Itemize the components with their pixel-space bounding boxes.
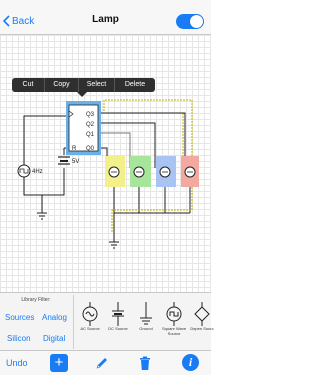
pin-q2: Q2 [86, 122, 95, 128]
component-library: Library Filter: Sources Analog Silicon D… [0, 292, 214, 350]
menu-select[interactable]: Select [79, 78, 114, 92]
library-item-ground[interactable]: Ground [132, 298, 160, 346]
ground-symbol-left[interactable] [37, 212, 47, 220]
counter-chip[interactable]: Q3 Q2 Q1 Q0 R [66, 101, 101, 155]
lamp-2[interactable] [130, 156, 151, 187]
menu-delete[interactable]: Delete [115, 78, 155, 92]
library-item-dependent-source[interactable]: Depen Sourc [188, 298, 216, 346]
navigation-bar: Back Lamp [0, 7, 211, 35]
library-divider [73, 295, 74, 349]
dependent-source-icon [194, 302, 210, 326]
lamp-1[interactable] [105, 156, 125, 187]
context-menu: Cut Copy Select Delete [12, 78, 155, 92]
battery-label: 5V [72, 159, 79, 165]
toggle-knob [190, 15, 203, 28]
library-filter-title: Library Filter: [21, 297, 51, 303]
delete-button[interactable] [137, 355, 153, 371]
bottom-toolbar: Undo + i [0, 350, 211, 375]
square-wave-source[interactable]: 4Hz [17, 164, 43, 178]
filter-sources[interactable]: Sources [5, 313, 34, 322]
undo-button[interactable]: Undo [6, 358, 28, 368]
filter-digital[interactable]: Digital [43, 334, 65, 343]
clock-label: 4Hz [32, 169, 43, 175]
library-item-label: Depen Sourc [190, 326, 214, 331]
menu-cut[interactable]: Cut [12, 78, 44, 92]
dc-battery[interactable]: 5V [58, 156, 79, 165]
circuit-diagram: 4Hz 5V Q3 Q2 Q1 Q0 R [17, 99, 199, 249]
chevron-left-icon [3, 15, 10, 27]
wire-pen-button[interactable] [94, 355, 110, 371]
ac-source-icon [82, 302, 98, 326]
filter-analog[interactable]: Analog [42, 313, 67, 322]
add-component-button[interactable]: + [50, 354, 68, 372]
square-wave-icon [166, 302, 182, 326]
library-item-ac-source[interactable]: AC Source [76, 298, 104, 346]
filter-silicon[interactable]: Silicon [7, 334, 31, 343]
simulation-toggle[interactable] [176, 14, 204, 29]
back-button[interactable]: Back [3, 13, 34, 29]
ground-symbol-right[interactable] [109, 241, 119, 249]
menu-copy[interactable]: Copy [45, 78, 78, 92]
circuit-canvas[interactable]: 4Hz 5V Q3 Q2 Q1 Q0 R Cut Copy Select Del… [0, 35, 211, 292]
pin-q0: Q0 [86, 146, 95, 152]
library-item-dc-source[interactable]: DC Source [104, 298, 132, 346]
context-menu-arrow [77, 92, 87, 97]
status-bar [0, 0, 211, 7]
pin-q3: Q3 [86, 112, 95, 118]
pen-icon [96, 358, 107, 369]
info-button[interactable]: i [182, 354, 199, 371]
back-label: Back [12, 15, 35, 27]
ground-icon [140, 302, 152, 325]
pin-q1: Q1 [86, 132, 95, 138]
lamp-4[interactable] [181, 156, 199, 187]
trash-icon [140, 356, 150, 370]
lamp-3[interactable] [156, 156, 176, 187]
dc-source-icon [112, 302, 124, 326]
library-item-square-wave-source[interactable]: Square Wave Source [160, 298, 188, 346]
pin-r: R [72, 146, 77, 152]
